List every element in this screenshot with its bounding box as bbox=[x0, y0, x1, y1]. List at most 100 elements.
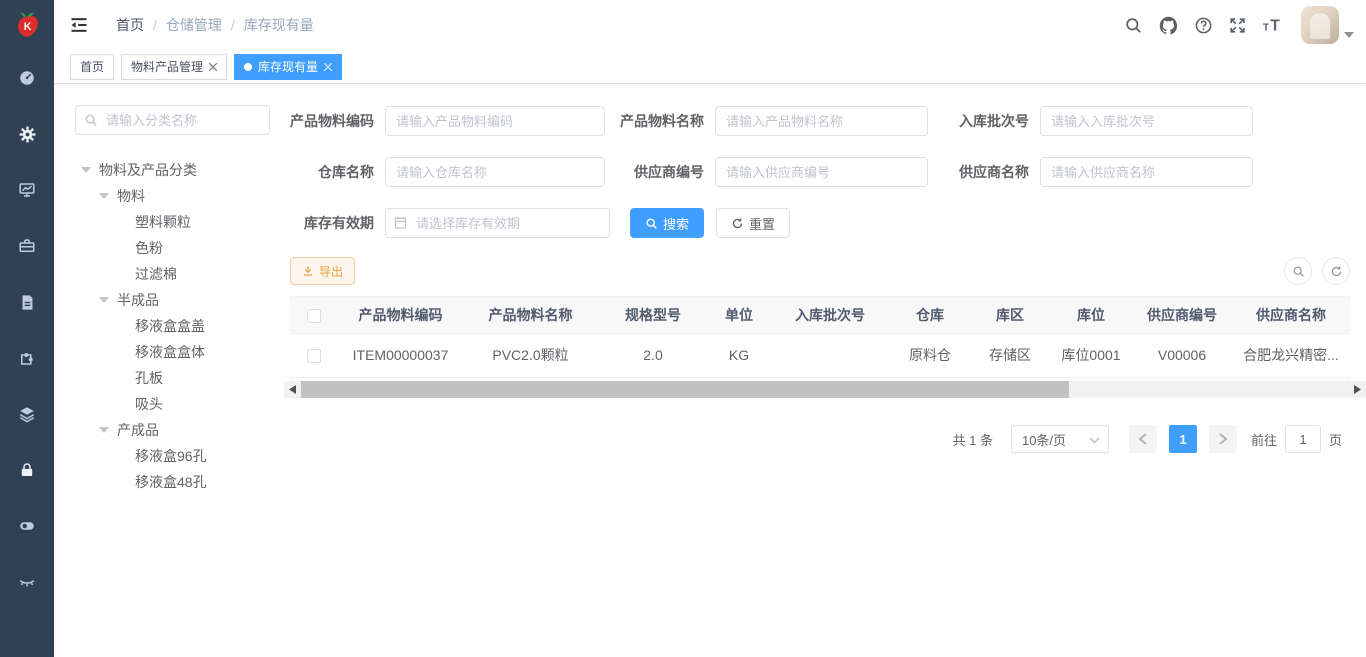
inventory-table: 产品物料编码 产品物料名称 规格型号 单位 入库批次号 仓库 库区 库位 供应商… bbox=[290, 296, 1350, 378]
tab-home[interactable]: 首页 bbox=[70, 54, 114, 80]
breadcrumb-home[interactable]: 首页 bbox=[116, 15, 144, 35]
page-size-select[interactable]: 10条/页 bbox=[1011, 425, 1109, 453]
caret-down-icon[interactable] bbox=[99, 297, 109, 303]
reset-button[interactable]: 重置 bbox=[716, 208, 790, 238]
tab-label: 首页 bbox=[80, 58, 104, 75]
sidebar-item-system[interactable] bbox=[0, 106, 54, 162]
close-icon[interactable] bbox=[209, 63, 217, 71]
tree-node-material[interactable]: 物料 bbox=[75, 183, 270, 209]
expiry-date-input[interactable] bbox=[385, 208, 610, 238]
goto-page-input[interactable] bbox=[1285, 425, 1321, 453]
show-search-button[interactable] bbox=[1284, 257, 1312, 285]
search-icon bbox=[645, 217, 658, 230]
column-header-name: 产品物料名称 bbox=[463, 297, 598, 333]
search-button[interactable]: 搜索 bbox=[630, 208, 704, 238]
select-all-checkbox[interactable] bbox=[307, 309, 321, 323]
app-logo[interactable]: K bbox=[0, 0, 54, 50]
filter-field: 入库批次号 bbox=[938, 106, 1253, 136]
date-picker bbox=[385, 208, 610, 238]
column-header-warehouse: 仓库 bbox=[890, 297, 970, 333]
product-code-input[interactable] bbox=[385, 106, 605, 136]
font-size-button[interactable]: T T bbox=[1262, 15, 1286, 35]
tree-node-label: 半成品 bbox=[117, 290, 159, 310]
tab-inventory-current[interactable]: 库存现有量 bbox=[234, 54, 342, 80]
caret-down-icon[interactable] bbox=[99, 427, 109, 433]
sidebar-toggle-button[interactable] bbox=[69, 15, 89, 35]
tree-node-semifinished[interactable]: 半成品 bbox=[75, 287, 270, 313]
sidebar-item-layers[interactable] bbox=[0, 386, 54, 442]
caret-down-icon[interactable] bbox=[99, 193, 109, 199]
sidebar-item-toggle[interactable] bbox=[0, 498, 54, 554]
column-header-spec: 规格型号 bbox=[598, 297, 708, 333]
field-label: 产品物料编码 bbox=[290, 111, 385, 131]
tree-node-leaf[interactable]: 孔板 bbox=[75, 365, 270, 391]
sidebar-item-plugins[interactable] bbox=[0, 330, 54, 386]
product-name-input[interactable] bbox=[715, 106, 928, 136]
tree-node-leaf[interactable]: 吸头 bbox=[75, 391, 270, 417]
monitor-chart-icon bbox=[18, 181, 36, 199]
batch-number-input[interactable] bbox=[1040, 106, 1253, 136]
tree-node-leaf[interactable]: 移液盒盒盖 bbox=[75, 313, 270, 339]
category-tree: 物料及产品分类 物料 塑料颗粒 色粉 过滤棉 半成品 移液盒盒盖 移液盒盒体 孔… bbox=[75, 157, 270, 495]
prev-page-button[interactable] bbox=[1129, 425, 1157, 453]
tree-node-label: 移液盒盒体 bbox=[135, 342, 205, 362]
tree-node-leaf[interactable]: 色粉 bbox=[75, 235, 270, 261]
sidebar-item-document[interactable] bbox=[0, 274, 54, 330]
tree-node-leaf[interactable]: 塑料颗粒 bbox=[75, 209, 270, 235]
column-header-location: 库位 bbox=[1050, 297, 1132, 333]
category-search bbox=[75, 105, 270, 135]
main-panel: 产品物料编码 产品物料名称 入库批次号 仓库名称 bbox=[290, 84, 1366, 657]
tree-node-label: 孔板 bbox=[135, 368, 163, 388]
tree-node-finished[interactable]: 产成品 bbox=[75, 417, 270, 443]
page-size-value: 10条/页 bbox=[1022, 430, 1066, 449]
sidebar-item-security[interactable] bbox=[0, 442, 54, 498]
tree-node-leaf[interactable]: 移液盒48孔 bbox=[75, 469, 270, 495]
sidebar-item-monitor[interactable] bbox=[0, 162, 54, 218]
close-icon[interactable] bbox=[324, 63, 332, 71]
refresh-table-button[interactable] bbox=[1322, 257, 1350, 285]
filter-field: 产品物料编码 bbox=[290, 106, 605, 136]
page-number-button[interactable]: 1 bbox=[1169, 425, 1197, 453]
header-search-button[interactable] bbox=[1124, 16, 1143, 35]
tree-node-root[interactable]: 物料及产品分类 bbox=[75, 157, 270, 183]
breadcrumb-separator: / bbox=[231, 17, 235, 33]
fullscreen-button[interactable] bbox=[1228, 16, 1247, 35]
tree-node-leaf[interactable]: 过滤棉 bbox=[75, 261, 270, 287]
scrollbar-thumb[interactable] bbox=[301, 381, 1069, 398]
horizontal-scrollbar[interactable] bbox=[284, 381, 1366, 398]
row-checkbox[interactable] bbox=[307, 349, 321, 363]
supplier-name-input[interactable] bbox=[1040, 157, 1253, 187]
sidebar-item-hide[interactable] bbox=[0, 554, 54, 610]
sidebar-item-toolbox[interactable] bbox=[0, 218, 54, 274]
category-search-input[interactable] bbox=[75, 105, 270, 135]
breadcrumb-separator: / bbox=[153, 17, 157, 33]
tree-node-label: 移液盒盒盖 bbox=[135, 316, 205, 336]
table-toolbar: 导出 bbox=[290, 257, 1350, 285]
pagination: 共 1 条 10条/页 1 前往 页 bbox=[953, 425, 1343, 453]
avatar[interactable] bbox=[1301, 6, 1339, 44]
toggle-icon bbox=[18, 517, 36, 535]
cell-code: ITEM00000037 bbox=[338, 333, 463, 377]
scroll-right-arrow[interactable] bbox=[1349, 381, 1366, 398]
field-label: 仓库名称 bbox=[290, 162, 385, 182]
caret-down-icon[interactable] bbox=[81, 167, 91, 173]
cell-supplier-name: 合肥龙兴精密... bbox=[1232, 333, 1350, 377]
help-docs-button[interactable] bbox=[1194, 16, 1213, 35]
tree-node-label: 过滤棉 bbox=[135, 264, 177, 284]
tree-node-leaf[interactable]: 移液盒96孔 bbox=[75, 443, 270, 469]
github-link-button[interactable] bbox=[1158, 15, 1179, 36]
app-window: K bbox=[0, 0, 1366, 657]
tree-node-leaf[interactable]: 移液盒盒体 bbox=[75, 339, 270, 365]
warehouse-name-input[interactable] bbox=[385, 157, 605, 187]
cell-area: 存储区 bbox=[970, 333, 1050, 377]
user-menu[interactable] bbox=[1301, 6, 1354, 44]
scroll-left-arrow[interactable] bbox=[284, 381, 301, 398]
next-page-button[interactable] bbox=[1209, 425, 1237, 453]
sidebar-item-dashboard[interactable] bbox=[0, 50, 54, 106]
question-icon bbox=[1194, 16, 1213, 35]
supplier-code-input[interactable] bbox=[715, 157, 928, 187]
tab-material-product[interactable]: 物料产品管理 bbox=[121, 54, 227, 80]
table-row[interactable]: ITEM00000037 PVC2.0颗粒 2.0 KG 原料仓 存储区 库位0… bbox=[290, 333, 1350, 377]
navbar-right-tools: T T bbox=[1124, 6, 1366, 44]
export-button[interactable]: 导出 bbox=[290, 257, 355, 285]
